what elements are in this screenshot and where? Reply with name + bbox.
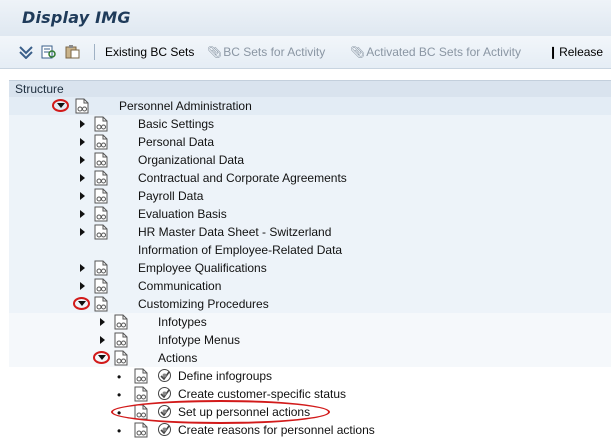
title-bar: Display IMG [0,0,611,36]
activated-bc-sets-label: Activated BC Sets for Activity [366,45,521,59]
tree-node-level1[interactable]: Evaluation Basis [9,205,611,223]
execute-activity-icon[interactable] [157,368,172,383]
tree-node-level1[interactable]: Information of Employee-Related Data [9,241,611,259]
documentation-icon[interactable] [134,422,148,438]
leaf-bullet-icon: • [117,424,122,438]
tree-node-level1[interactable]: Employee Qualifications [9,259,611,277]
expand-subtree-icon[interactable] [18,45,34,59]
tree-node-label: Personal Data [138,135,215,149]
expand-toggle-icon[interactable] [78,173,87,182]
tree-node-label: Organizational Data [138,153,245,167]
tree-node-level2[interactable]: Infotypes [9,313,611,331]
tree-node-root[interactable]: Personnel Administration [9,97,611,115]
bc-set-icon: 📎︎ [350,45,366,59]
highlight-circle [93,351,110,364]
tree-node-label: Information of Employee-Related Data [138,243,343,257]
tree-node-level1[interactable]: Communication [9,277,611,295]
tree-node-label: Infotype Menus [158,333,241,347]
documentation-icon[interactable] [114,332,128,348]
leaf-bullet-icon: • [117,370,122,384]
tree-node-level1[interactable]: Basic Settings [9,115,611,133]
documentation-icon[interactable] [94,134,108,150]
expand-toggle-icon[interactable] [98,335,107,344]
tree-node-label: Create customer-specific status [178,387,347,401]
expand-toggle-icon[interactable] [78,191,87,200]
leaf-bullet-icon: • [117,388,122,402]
toolbar-separator [94,44,95,60]
expand-toggle-icon[interactable] [78,137,87,146]
tree-node-label: HR Master Data Sheet - Switzerland [138,225,332,239]
tree-node-level1[interactable]: HR Master Data Sheet - Switzerland [9,223,611,241]
tree-node-label: Customizing Procedures [138,297,269,311]
page-title: Display IMG [22,8,131,27]
existing-bc-sets-button[interactable]: Existing BC Sets [105,45,194,59]
tree-node-label: Evaluation Basis [138,207,227,221]
tree-node-level2[interactable]: Infotype Menus [9,331,611,349]
tree-node-level1[interactable]: Contractual and Corporate Agreements [9,169,611,187]
bc-sets-for-activity-button[interactable]: 📎︎BC Sets for Activity [207,45,325,59]
documentation-icon[interactable] [94,278,108,294]
tree-node-label: Basic Settings [138,117,215,131]
tree-node-label: Infotypes [158,315,207,329]
documentation-icon[interactable] [94,188,108,204]
tree-node-label: Define infogroups [178,369,273,383]
tree-node-activity[interactable]: • Create reasons for personnel actions [9,421,611,439]
expand-toggle-icon[interactable] [78,227,87,236]
release-label: Release [559,45,604,59]
tree-node-level1[interactable]: Customizing Procedures [9,295,611,313]
highlight-circle [73,297,90,310]
tree-node-label: Create reasons for personnel actions [178,423,375,437]
documentation-icon[interactable] [94,224,108,240]
bc-set-icon: 📎︎ [207,45,223,59]
documentation-icon[interactable] [94,170,108,186]
documentation-icon[interactable] [114,350,128,366]
documentation-icon[interactable] [94,116,108,132]
structure-header: Structure [9,80,611,97]
expand-toggle-icon[interactable] [78,263,87,272]
expand-toggle-icon[interactable] [78,209,87,218]
tree-node-level1[interactable]: Organizational Data [9,151,611,169]
paste-icon[interactable] [64,45,80,59]
tree-node-level1[interactable]: Personal Data [9,133,611,151]
structure-header-label: Structure [15,82,64,96]
execute-activity-icon[interactable] [157,386,172,401]
tree-node-activity[interactable]: • Create customer-specific status [9,385,611,403]
documentation-icon[interactable] [94,152,108,168]
tree-node-activity[interactable]: • Define infogroups [9,367,611,385]
tree-node-label: Contractual and Corporate Agreements [138,171,347,185]
documentation-icon[interactable] [75,98,89,114]
expand-toggle-icon[interactable] [78,119,87,128]
tree-node-label: Communication [138,279,222,293]
activated-bc-sets-button[interactable]: 📎︎Activated BC Sets for Activity [350,45,521,59]
documentation-icon[interactable] [134,386,148,402]
bc-sets-for-activity-label: BC Sets for Activity [223,45,326,59]
expand-toggle-icon[interactable] [98,317,107,326]
tree-node-label: Payroll Data [138,189,204,203]
release-icon: ❙ [548,45,559,59]
tree-node-level1[interactable]: Payroll Data [9,187,611,205]
find-icon[interactable] [41,45,57,59]
documentation-icon[interactable] [94,206,108,222]
toolbar: Existing BC Sets 📎︎BC Sets for Activity … [0,36,611,69]
release-button[interactable]: ❙Release [548,45,603,59]
tree-node-level2[interactable]: Actions [9,349,611,367]
documentation-icon[interactable] [134,368,148,384]
tree-node-label: Actions [158,351,198,365]
documentation-icon[interactable] [94,296,108,312]
tree-node-label: Personnel Administration [119,99,252,113]
documentation-icon[interactable] [114,314,128,330]
highlight-circle [52,99,69,112]
documentation-icon[interactable] [94,260,108,276]
execute-activity-icon[interactable] [157,422,172,437]
expand-toggle-icon[interactable] [78,281,87,290]
highlight-ellipse [111,400,330,424]
expand-toggle-icon[interactable] [78,155,87,164]
tree-node-label: Employee Qualifications [138,261,267,275]
